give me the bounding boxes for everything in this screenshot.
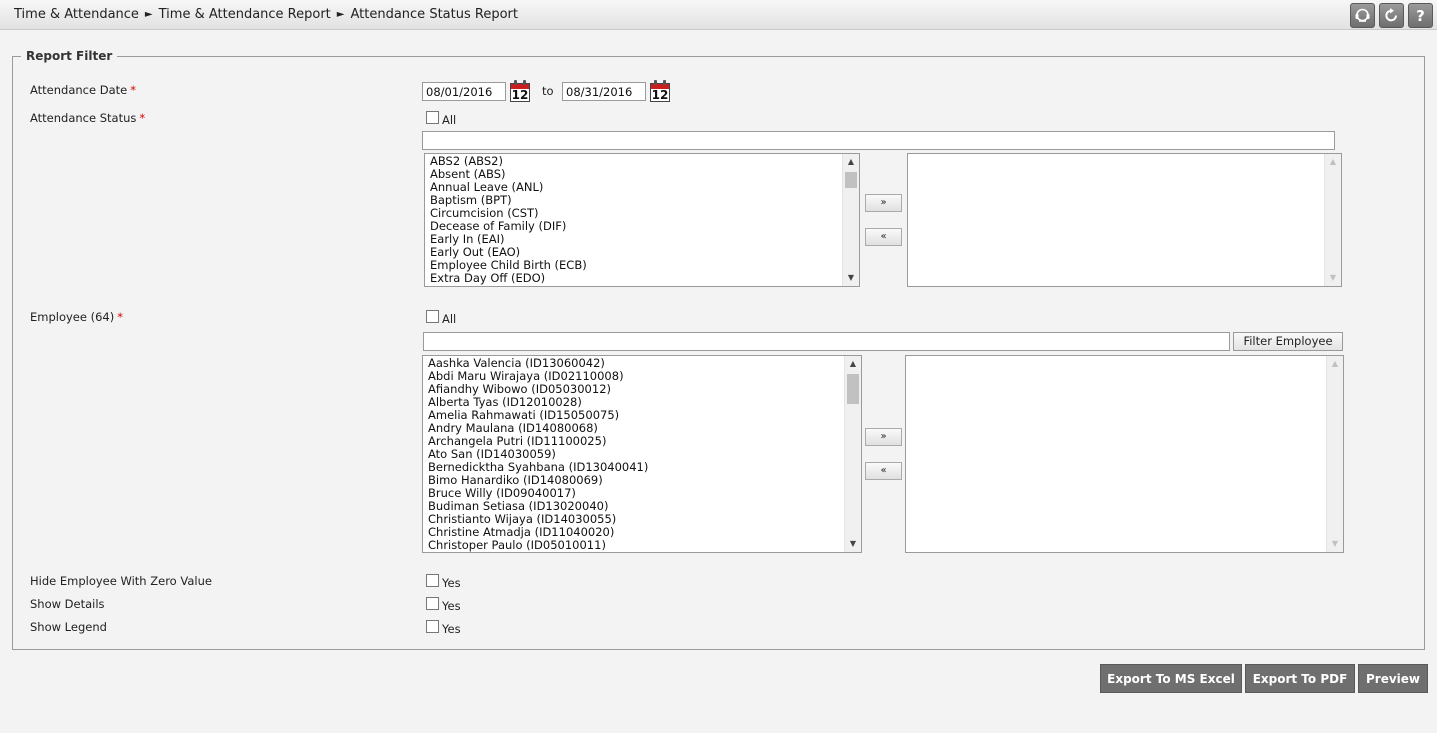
employee-list-item[interactable]: Christoper Paulo (ID05010011): [428, 539, 844, 552]
employee-remove-button[interactable]: «: [865, 462, 902, 480]
report-filter-legend: Report Filter: [26, 49, 113, 63]
scroll-thumb[interactable]: [847, 374, 859, 404]
refresh-icon[interactable]: [1379, 3, 1404, 28]
employee-scrollbar[interactable]: ▲ ▼: [844, 356, 861, 552]
attendance-status-selected-items: [908, 154, 1324, 286]
employee-selected-list[interactable]: ▲ ▼: [905, 355, 1344, 553]
attendance-status-selected-list[interactable]: ▲ ▼: [907, 153, 1342, 287]
employee-search-input[interactable]: [423, 332, 1230, 351]
breadcrumb-item-module[interactable]: Time & Attendance: [14, 7, 139, 22]
scroll-up-icon[interactable]: ▲: [1327, 356, 1343, 372]
breadcrumb-item-current: Attendance Status Report: [350, 7, 518, 22]
attendance-date-label-text: Attendance Date: [30, 83, 128, 97]
scroll-up-icon[interactable]: ▲: [843, 154, 859, 170]
scroll-down-icon[interactable]: ▼: [1325, 270, 1341, 286]
employee-all-checkbox[interactable]: [426, 310, 439, 323]
attendance-status-label: Attendance Status *: [30, 111, 145, 125]
attendance-status-scrollbar[interactable]: ▲ ▼: [842, 154, 859, 286]
calendar-to-icon[interactable]: 12: [650, 80, 670, 102]
scroll-down-icon[interactable]: ▼: [1327, 536, 1343, 552]
scroll-down-icon[interactable]: ▼: [845, 536, 861, 552]
scroll-thumb[interactable]: [845, 172, 857, 188]
employee-all-label: All: [442, 312, 457, 326]
show-details-yes-label: Yes: [442, 599, 461, 613]
filter-employee-button[interactable]: Filter Employee: [1233, 332, 1343, 351]
attendance-status-add-button[interactable]: »: [865, 194, 902, 212]
attendance-status-label-text: Attendance Status: [30, 111, 137, 125]
attendance-status-remove-button[interactable]: «: [865, 228, 902, 246]
employee-available-list[interactable]: Aashka Valencia (ID13060042) Abdi Maru Wi…: [422, 355, 862, 553]
export-pdf-button[interactable]: Export To PDF: [1245, 664, 1355, 693]
calendar-from-icon[interactable]: 12: [510, 80, 530, 102]
breadcrumb: Time & Attendance ► Time & Attendance Repo…: [14, 7, 518, 22]
attendance-status-items: ABS2 (ABS2) Absent (ABS) Annual Leave (ANL…: [425, 154, 842, 286]
show-legend-label: Show Legend: [30, 620, 107, 634]
employee-selected-items: [906, 356, 1326, 552]
scroll-down-icon[interactable]: ▼: [843, 270, 859, 286]
export-excel-button[interactable]: Export To MS Excel: [1100, 664, 1242, 693]
required-marker: *: [139, 111, 146, 125]
show-details-checkbox[interactable]: [426, 597, 439, 610]
attendance-status-selected-scrollbar[interactable]: ▲ ▼: [1324, 154, 1341, 286]
calendar-day: 12: [651, 88, 669, 102]
employee-label: Employee (64) *: [30, 310, 123, 324]
attendance-status-all-label: All: [442, 113, 457, 127]
scroll-up-icon[interactable]: ▲: [845, 356, 861, 372]
attendance-date-to-input[interactable]: [562, 82, 646, 101]
preview-button[interactable]: Preview: [1358, 664, 1428, 693]
employee-items: Aashka Valencia (ID13060042) Abdi Maru Wi…: [423, 356, 844, 552]
breadcrumb-separator: ►: [144, 9, 153, 20]
calendar-day: 12: [511, 88, 529, 102]
required-marker: *: [117, 310, 123, 324]
employee-add-button[interactable]: »: [865, 428, 902, 446]
help-icon[interactable]: ?: [1408, 3, 1433, 28]
attendance-status-list-item[interactable]: Extra Day Off (EDO): [430, 272, 842, 285]
date-range-to-label: to: [542, 84, 554, 98]
hide-zero-value-label: Hide Employee With Zero Value: [30, 574, 212, 588]
support-icon[interactable]: [1350, 3, 1375, 28]
employee-label-text: Employee (64): [30, 310, 115, 324]
breadcrumb-separator: ►: [336, 9, 345, 20]
show-legend-checkbox[interactable]: [426, 620, 439, 633]
show-details-label: Show Details: [30, 597, 105, 611]
scroll-up-icon[interactable]: ▲: [1325, 154, 1341, 170]
attendance-status-search-input[interactable]: [422, 131, 1335, 150]
attendance-status-available-list[interactable]: ABS2 (ABS2) Absent (ABS) Annual Leave (ANL…: [424, 153, 860, 287]
toolbar-icons: ?: [1350, 3, 1433, 28]
attendance-status-all-checkbox[interactable]: [426, 111, 439, 124]
hide-zero-value-checkbox[interactable]: [426, 574, 439, 587]
show-legend-yes-label: Yes: [442, 622, 461, 636]
employee-selected-scrollbar[interactable]: ▲ ▼: [1326, 356, 1343, 552]
required-marker: *: [130, 83, 136, 97]
attendance-date-label: Attendance Date *: [30, 83, 136, 97]
attendance-date-from-input[interactable]: [422, 82, 506, 101]
breadcrumb-item-report-group[interactable]: Time & Attendance Report: [159, 7, 331, 22]
hide-zero-value-yes-label: Yes: [442, 576, 461, 590]
top-bar: Time & Attendance ► Time & Attendance Repo…: [0, 0, 1437, 30]
